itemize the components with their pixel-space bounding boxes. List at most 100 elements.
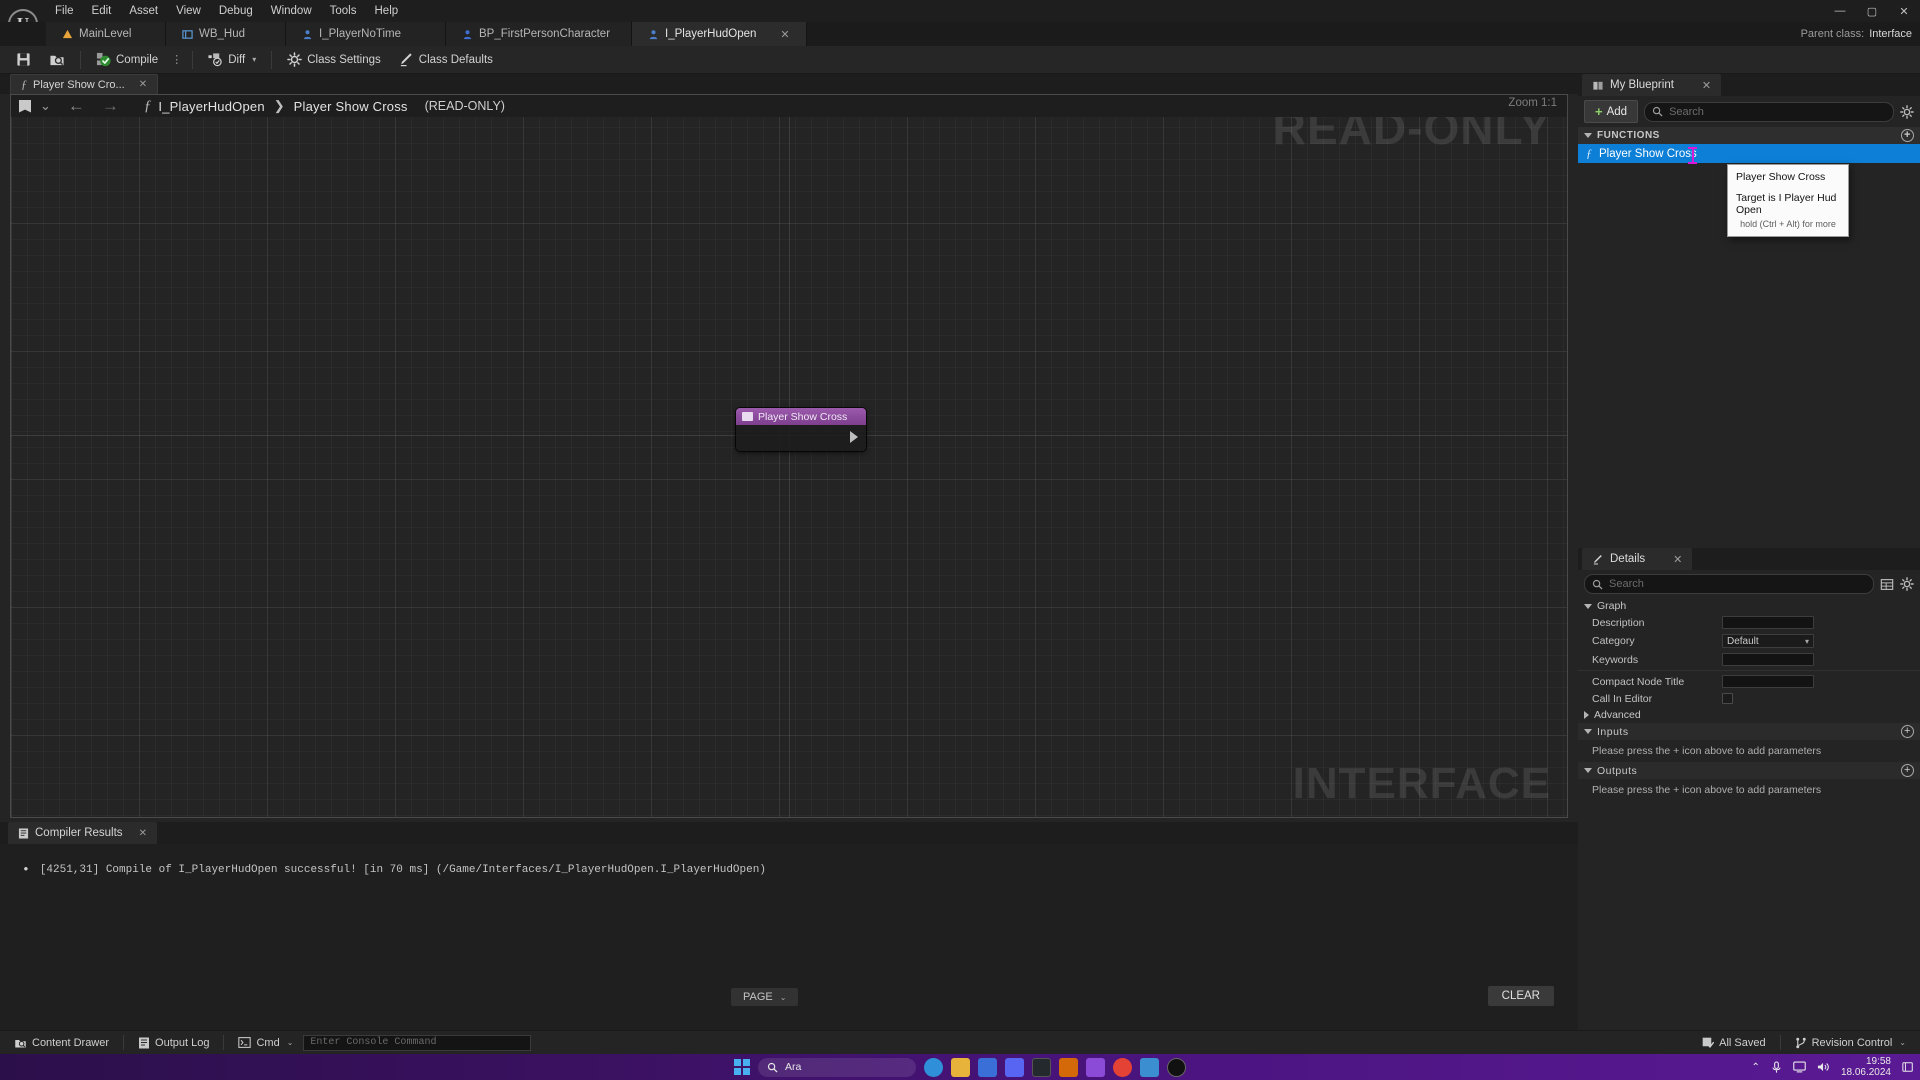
class-settings-button[interactable]: Class Settings (279, 48, 389, 72)
add-function-button[interactable]: + (1901, 129, 1914, 142)
gear-icon (287, 52, 303, 67)
compile-button[interactable]: Compile (88, 48, 166, 72)
details-section-inputs[interactable]: Inputs + (1578, 723, 1920, 740)
parent-class-value[interactable]: Interface (1869, 28, 1912, 40)
github-app-icon[interactable] (1032, 1057, 1051, 1077)
details-search-input[interactable]: Search (1584, 574, 1874, 594)
asset-tab-bpfirstpersoncharacter[interactable]: BP_FirstPersonCharacter (446, 22, 632, 46)
class-defaults-button[interactable]: Class Defaults (391, 48, 501, 72)
cmd-button[interactable]: Cmd ⌄ (230, 1033, 301, 1052)
section-header-functions[interactable]: FUNCTIONS + (1578, 127, 1920, 144)
explorer-app-icon[interactable] (951, 1057, 970, 1077)
chevron-right-icon (1584, 711, 1589, 719)
function-list-item-player-show-cross[interactable]: ƒ Player Show Cross (1578, 144, 1920, 164)
notification-icon[interactable] (1902, 1061, 1914, 1073)
media-app-icon[interactable] (1140, 1057, 1159, 1077)
display-icon[interactable] (1793, 1061, 1806, 1073)
diff-button[interactable]: Diff ▾ (200, 48, 264, 72)
description-input[interactable] (1722, 616, 1814, 629)
graph-tab-player-show-cross[interactable]: ƒ Player Show Cro... ✕ (10, 74, 159, 94)
menu-window[interactable]: Window (262, 2, 321, 20)
chrome-app-icon[interactable] (1113, 1057, 1132, 1077)
gear-icon[interactable] (1900, 577, 1914, 591)
edge-app-icon[interactable] (924, 1057, 943, 1077)
asset-tab-close-icon[interactable]: ✕ (780, 28, 789, 41)
my-blueprint-close-icon[interactable]: ✕ (1702, 79, 1711, 92)
tray-chevron-icon[interactable]: ⌃ (1752, 1062, 1760, 1073)
search-icon (1592, 579, 1603, 590)
menu-file[interactable]: File (46, 2, 83, 20)
revision-control-button[interactable]: Revision Control ⌄ (1787, 1033, 1914, 1052)
tab-my-blueprint[interactable]: My Blueprint ✕ (1582, 74, 1722, 96)
gear-icon[interactable] (1900, 104, 1914, 119)
windows-start-icon[interactable] (734, 1059, 750, 1075)
maximize-button[interactable]: ▢ (1856, 0, 1888, 22)
menu-view[interactable]: View (167, 2, 210, 20)
my-blueprint-search-input[interactable]: Search (1644, 101, 1894, 122)
add-input-button[interactable]: + (1901, 725, 1914, 738)
details-section-advanced[interactable]: Advanced (1578, 707, 1920, 723)
columns-icon[interactable] (1880, 578, 1894, 591)
tab-compiler-results[interactable]: Compiler Results ✕ (8, 822, 157, 844)
nav-forward-button[interactable]: → (100, 96, 121, 116)
microphone-icon[interactable] (1771, 1060, 1782, 1074)
my-blueprint-panel: My Blueprint ✕ + Add Search FUNCTIONS + … (1578, 74, 1920, 530)
taskbar-search-input[interactable]: Ara (758, 1057, 916, 1077)
details-section-outputs[interactable]: Outputs + (1578, 762, 1920, 779)
save-button[interactable] (8, 48, 39, 72)
vscode-app-icon[interactable] (1059, 1057, 1078, 1077)
volume-icon[interactable] (1817, 1061, 1830, 1073)
asset-tab-iplayerhudopen[interactable]: I_PlayerHudOpen ✕ (632, 22, 807, 46)
menu-edit[interactable]: Edit (83, 2, 121, 20)
graph-node-player-show-cross[interactable]: Player Show Cross (736, 408, 866, 451)
menu-debug[interactable]: Debug (210, 2, 262, 20)
vs-app-icon[interactable] (1086, 1057, 1105, 1077)
details-row-category: Category Default ▾ (1578, 631, 1920, 651)
bookmark-dropdown-icon[interactable]: ⌄ (38, 98, 53, 114)
compiler-results-close-icon[interactable]: ✕ (139, 828, 147, 839)
output-log-button[interactable]: Output Log (130, 1033, 217, 1052)
close-window-button[interactable]: ✕ (1888, 0, 1920, 22)
browse-content-button[interactable] (41, 48, 73, 72)
asset-tab-wbhud[interactable]: WB_Hud (166, 22, 286, 46)
details-close-icon[interactable]: ✕ (1673, 553, 1682, 566)
compiler-message-row[interactable]: • [4251,31] Compile of I_PlayerHudOpen s… (0, 844, 1578, 876)
nav-back-button[interactable]: ← (66, 96, 87, 116)
section-title: FUNCTIONS (1597, 130, 1660, 141)
breadcrumb-current[interactable]: Player Show Cross (294, 99, 408, 114)
asset-tab-mainlevel[interactable]: MainLevel (46, 22, 166, 46)
discord-app-icon[interactable] (1005, 1057, 1024, 1077)
add-button[interactable]: + Add (1584, 100, 1639, 123)
asset-tab-label: BP_FirstPersonCharacter (479, 28, 611, 40)
unreal-app-icon[interactable] (1167, 1057, 1186, 1077)
all-saved-button[interactable]: All Saved (1694, 1033, 1773, 1052)
menu-help[interactable]: Help (366, 2, 408, 20)
compiler-page-selector[interactable]: PAGE ⌄ (731, 988, 799, 1006)
console-command-input[interactable]: Enter Console Command (303, 1034, 532, 1051)
details-section-title: Graph (1597, 600, 1627, 612)
compile-options-button[interactable]: ⋮ (168, 53, 185, 66)
keywords-input[interactable] (1722, 653, 1814, 666)
graph-tab-close-icon[interactable]: ✕ (139, 79, 147, 90)
widget-icon (182, 29, 193, 39)
bookmark-icon[interactable] (19, 99, 31, 113)
tooltip-target: Target is I Player Hud Open (1736, 192, 1837, 216)
menu-asset[interactable]: Asset (120, 2, 167, 20)
graph-canvas[interactable]: READ-ONLY INTERFACE Player Show Cross (11, 95, 1567, 817)
content-drawer-button[interactable]: Content Drawer (6, 1033, 117, 1052)
compiler-clear-button[interactable]: CLEAR (1487, 986, 1554, 1006)
menu-tools[interactable]: Tools (321, 2, 366, 20)
tab-details[interactable]: Details ✕ (1582, 548, 1693, 570)
category-select[interactable]: Default ▾ (1722, 634, 1814, 648)
taskbar-clock[interactable]: 19:58 18.06.2024 (1841, 1056, 1891, 1078)
compact-node-title-input[interactable] (1722, 675, 1814, 688)
graph-tab-label: Player Show Cro... (33, 78, 125, 91)
asset-tab-iplayernotime[interactable]: I_PlayerNoTime (286, 22, 446, 46)
call-in-editor-checkbox[interactable] (1722, 693, 1733, 704)
details-section-graph[interactable]: Graph (1578, 598, 1920, 614)
breadcrumb-root[interactable]: I_PlayerHudOpen (158, 99, 264, 114)
store-app-icon[interactable] (978, 1057, 997, 1077)
exec-output-pin-icon[interactable] (850, 431, 858, 443)
minimize-button[interactable]: — (1824, 0, 1856, 22)
add-output-button[interactable]: + (1901, 764, 1914, 777)
